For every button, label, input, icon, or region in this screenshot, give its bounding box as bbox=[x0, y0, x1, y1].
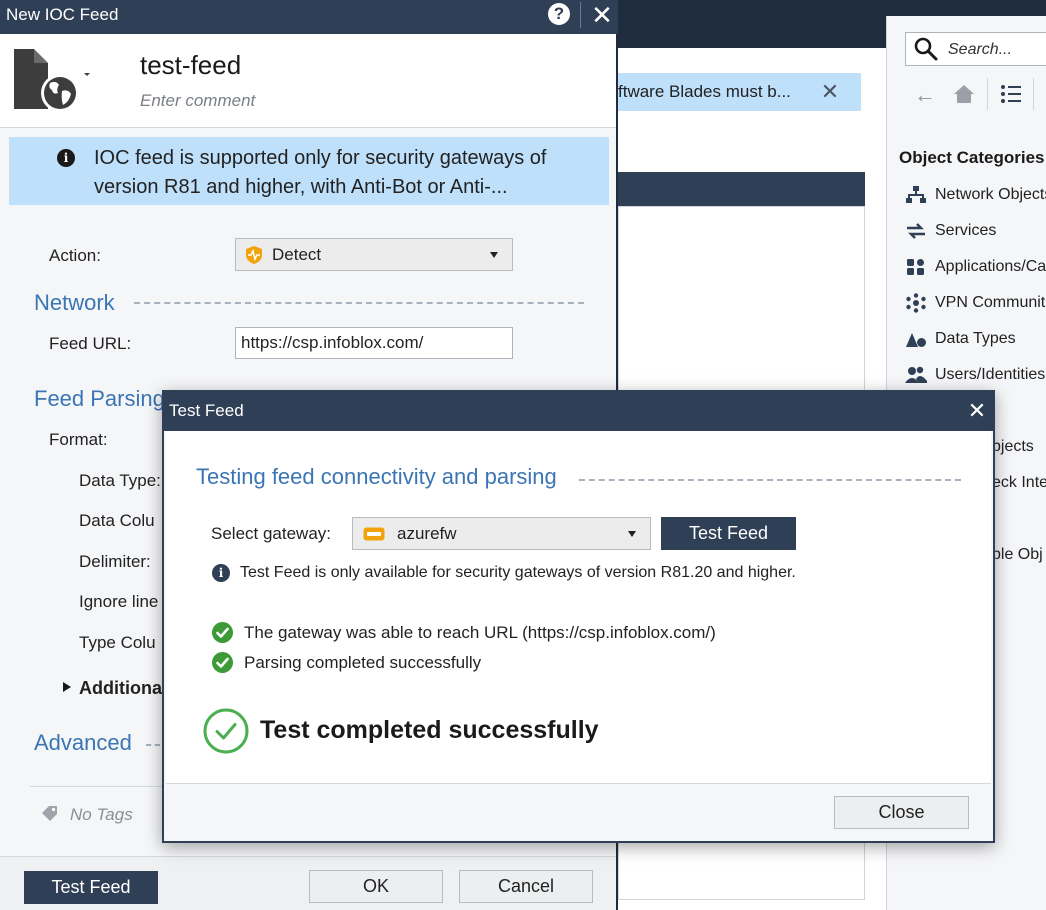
check-circle-icon bbox=[212, 622, 233, 643]
category-data-types[interactable]: Data Types bbox=[905, 321, 1046, 357]
action-value: Detect bbox=[272, 244, 322, 264]
ioc-dialog-title: New IOC Feed bbox=[6, 5, 119, 24]
cancel-button[interactable]: Cancel bbox=[459, 870, 593, 903]
category-label: Data Types bbox=[935, 330, 1016, 347]
close-test-feed-icon[interactable]: ✕ bbox=[963, 397, 991, 425]
vpn-communities-icon bbox=[906, 293, 926, 313]
category-services[interactable]: Services bbox=[905, 213, 1046, 249]
delimiter-label: Delimiter: bbox=[79, 552, 151, 571]
category-label: Services bbox=[935, 222, 997, 239]
services-icon bbox=[907, 223, 925, 239]
expand-arrow-icon[interactable] bbox=[63, 682, 71, 692]
section-divider bbox=[146, 744, 160, 746]
category-partial-label: eck Inte bbox=[992, 474, 1046, 491]
check-parsing: Parsing completed successfully bbox=[244, 653, 482, 672]
ioc-feed-globe-icon[interactable] bbox=[12, 47, 94, 113]
network-objects-icon bbox=[906, 186, 926, 203]
data-types-icon bbox=[906, 333, 926, 347]
gateway-label: Select gateway: bbox=[211, 524, 332, 543]
search-placeholder: Search... bbox=[948, 41, 1013, 58]
info-icon: i bbox=[57, 149, 75, 167]
home-icon[interactable] bbox=[953, 83, 975, 105]
tag-icon bbox=[42, 806, 57, 821]
test-feed-button[interactable]: Test Feed bbox=[24, 871, 158, 904]
table-header bbox=[618, 172, 865, 206]
gateway-icon bbox=[363, 527, 385, 540]
category-label: Applications/Categories bbox=[935, 258, 1046, 275]
list-view-icon[interactable] bbox=[1000, 83, 1022, 105]
category-partial-label: bjects bbox=[992, 438, 1034, 455]
help-icon[interactable]: ? bbox=[548, 3, 570, 25]
category-vpn-communities[interactable]: VPN Communities bbox=[905, 285, 1046, 321]
section-divider bbox=[134, 302, 584, 304]
gateway-select[interactable]: azurefw bbox=[352, 517, 651, 550]
category-label: Network Objects bbox=[935, 186, 1046, 203]
chevron-down-icon bbox=[628, 530, 636, 537]
category-applications[interactable]: Applications/Categories bbox=[905, 249, 1046, 285]
search-icon bbox=[914, 37, 938, 61]
version-note: Test Feed is only available for security… bbox=[240, 564, 796, 581]
run-test-feed-button[interactable]: Test Feed bbox=[661, 517, 796, 550]
nav-separator bbox=[987, 78, 988, 110]
action-label: Action: bbox=[49, 246, 101, 265]
feed-name-field[interactable]: test-feed bbox=[140, 50, 241, 81]
users-icon bbox=[905, 366, 927, 383]
check-reach-url: The gateway was able to reach URL (https… bbox=[244, 623, 716, 642]
action-select[interactable]: Detect bbox=[235, 238, 513, 271]
type-column-label: Type Colu bbox=[79, 633, 156, 652]
version-info-text: IOC feed is supported only for security … bbox=[94, 147, 547, 198]
feed-url-input[interactable]: https://csp.infoblox.com/ bbox=[235, 327, 513, 359]
section-divider bbox=[579, 479, 961, 481]
data-column-label: Data Colu bbox=[79, 511, 155, 530]
success-check-icon bbox=[203, 708, 249, 754]
comment-field[interactable]: Enter comment bbox=[140, 91, 255, 111]
info-icon: i bbox=[212, 564, 230, 582]
testing-section-title: Testing feed connectivity and parsing bbox=[196, 464, 557, 489]
advanced-section-title: Advanced bbox=[34, 730, 132, 755]
applications-icon bbox=[907, 259, 924, 275]
gateway-value: azurefw bbox=[397, 523, 457, 543]
title-separator bbox=[580, 2, 581, 28]
ignore-lines-label: Ignore line bbox=[79, 592, 159, 611]
tags-field[interactable]: No Tags bbox=[70, 805, 133, 825]
close-ioc-dialog-icon[interactable]: ✕ bbox=[589, 1, 615, 29]
feed-parsing-section-title: Feed Parsing bbox=[34, 386, 165, 411]
additional-section-toggle[interactable]: Additiona bbox=[79, 678, 162, 699]
format-label: Format: bbox=[49, 430, 108, 449]
nav-separator bbox=[1033, 78, 1034, 110]
test-feed-title: Test Feed bbox=[169, 401, 244, 420]
data-type-label: Data Type: bbox=[79, 471, 161, 490]
category-label: Users/Identities bbox=[935, 366, 1046, 383]
test-feed-title-bar bbox=[164, 392, 993, 431]
object-categories-title: Object Categories bbox=[899, 148, 1045, 167]
category-label: VPN Communities bbox=[935, 294, 1046, 311]
test-result-message: Test completed successfully bbox=[260, 716, 599, 744]
back-arrow-icon[interactable]: ← bbox=[914, 82, 936, 108]
network-section-title: Network bbox=[34, 290, 115, 315]
check-circle-icon bbox=[212, 652, 233, 673]
detect-shield-icon bbox=[246, 245, 262, 264]
ok-button[interactable]: OK bbox=[309, 870, 443, 903]
category-network-objects[interactable]: Network Objects bbox=[905, 177, 1046, 213]
close-notice-icon[interactable]: ✕ bbox=[818, 80, 842, 104]
category-partial-label: ble Obj bbox=[992, 546, 1043, 563]
chevron-down-icon bbox=[490, 251, 498, 258]
tags-divider bbox=[30, 786, 162, 787]
feed-url-label: Feed URL: bbox=[49, 334, 132, 353]
close-button[interactable]: Close bbox=[834, 796, 969, 829]
category-users[interactable]: Users/Identities bbox=[905, 357, 1046, 393]
